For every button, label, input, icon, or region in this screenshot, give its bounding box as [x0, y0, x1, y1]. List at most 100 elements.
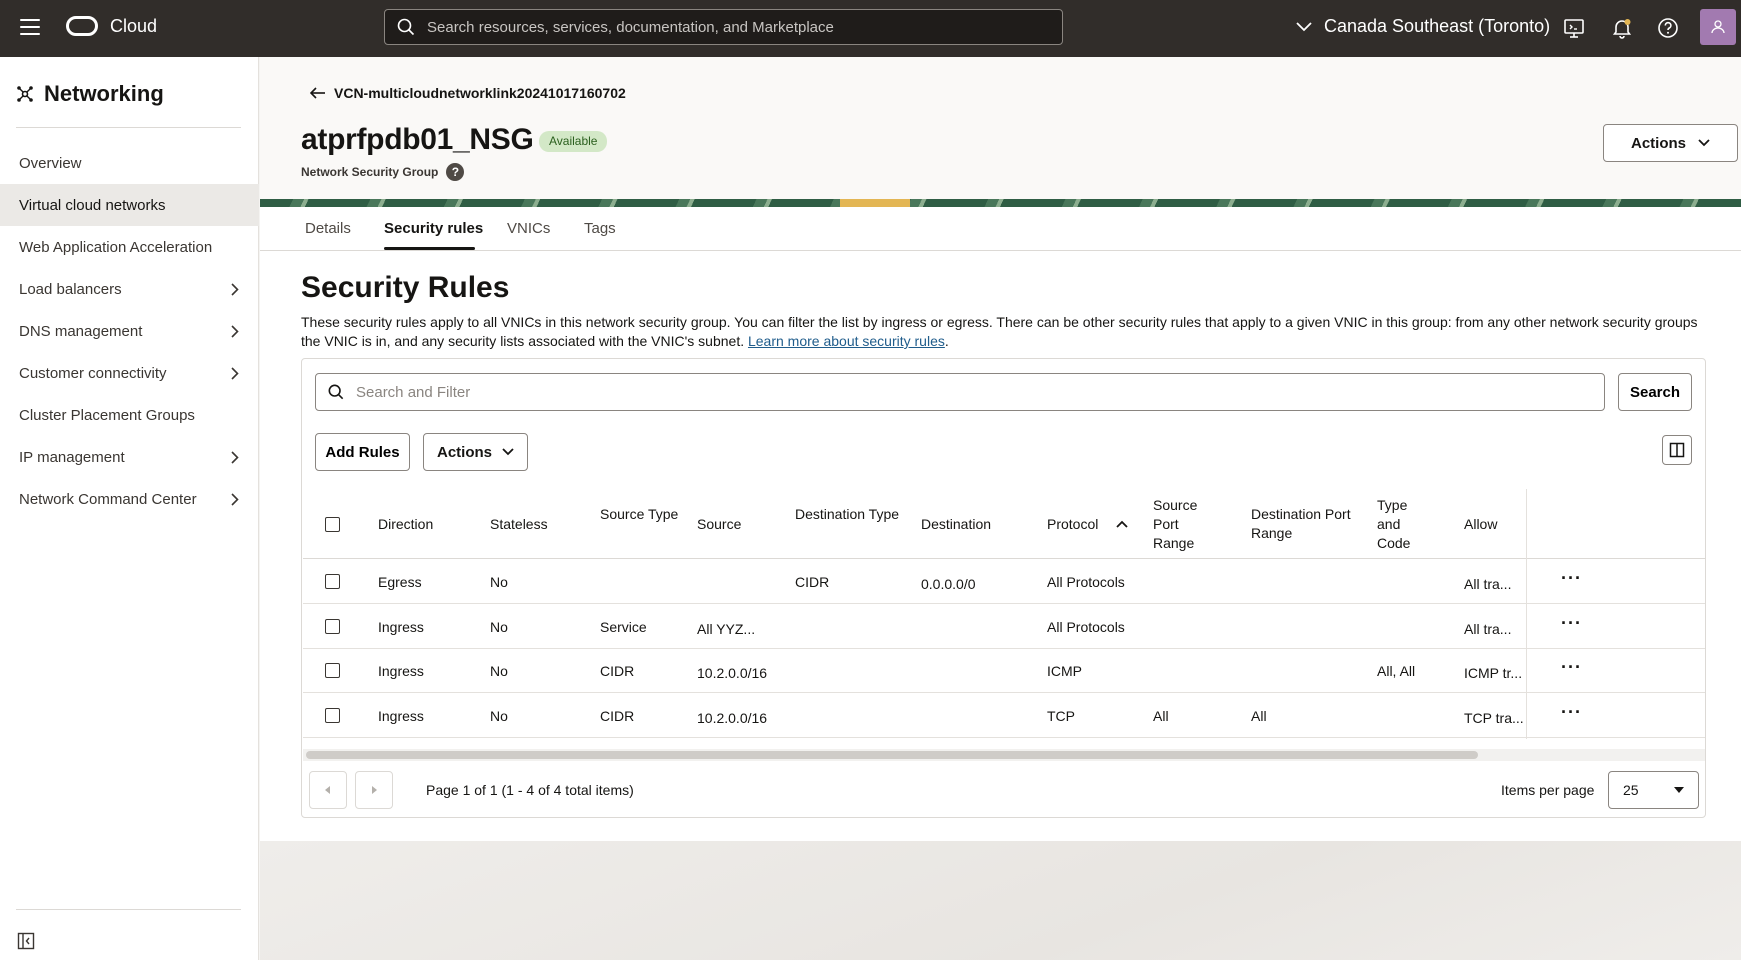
sidebar-item-label: Load balancers [19, 280, 122, 298]
sidebar-item-dns-management[interactable]: DNS management [0, 310, 259, 352]
back-to-vcn-link[interactable]: VCN-multicloudnetworklink20241017160702 [310, 85, 626, 101]
sidebar-item-ip-management[interactable]: IP management [0, 436, 259, 478]
security-rules-section: Security Rules These security rules appl… [260, 251, 1741, 841]
table-row[interactable]: Ingress No CIDR 10.2.0.0/16 TCP All All TCP tra… [303, 694, 1705, 738]
column-header-allow[interactable]: Allow [1464, 515, 1574, 534]
table-row[interactable]: Egress No CIDR 0.0.0.0/0 All Protocols All tr… [303, 560, 1705, 604]
region-selector[interactable]: Canada Southeast (Toronto) [1296, 16, 1550, 37]
chevron-right-icon [231, 366, 239, 380]
filter-input[interactable] [356, 383, 1556, 401]
column-header-source-type[interactable]: Source Type [600, 505, 710, 524]
column-header-stateless[interactable]: Stateless [490, 515, 600, 534]
column-header-source[interactable]: Source [697, 515, 807, 534]
main-content: VCN-multicloudnetworklink20241017160702 … [260, 57, 1741, 960]
sidebar-item-virtual-cloud-networks[interactable]: Virtual cloud networks [0, 184, 259, 226]
sidebar-item-web-application-acceleration[interactable]: Web Application Acceleration [0, 226, 259, 268]
global-search-input[interactable] [427, 18, 1027, 36]
sidebar-item-load-balancers[interactable]: Load balancers [0, 268, 259, 310]
user-avatar[interactable] [1700, 9, 1736, 45]
sidebar-item-label: Overview [19, 154, 82, 172]
top-bar: Cloud Canada Southeast (Toronto) [0, 0, 1741, 57]
search-button[interactable]: Search [1618, 373, 1692, 411]
previous-page-button[interactable] [309, 771, 347, 809]
column-header-destination-port-range[interactable]: Destination Port Range [1251, 505, 1361, 543]
user-icon [1711, 20, 1725, 34]
column-header-type-and-code[interactable]: Type and Code [1377, 496, 1417, 553]
cell-protocol: ICMP [1047, 663, 1082, 679]
region-label: Canada Southeast (Toronto) [1324, 16, 1551, 36]
tab-tags[interactable]: Tags [584, 220, 616, 237]
sidebar-item-label: Web Application Acceleration [19, 238, 213, 256]
sidebar-item-label: Cluster Placement Groups [19, 406, 195, 424]
cell-stateless: No [490, 663, 508, 679]
table-header: Direction Stateless Source Type Source Desti… [303, 489, 1705, 559]
description-text: These security rules apply to all VNICs … [301, 314, 1698, 349]
cell-source: 10.2.0.0/16 [697, 709, 768, 726]
help-icon[interactable] [1657, 17, 1679, 39]
chevron-right-icon [231, 324, 239, 338]
row-actions-menu-icon[interactable]: ··· [1561, 614, 1582, 632]
table-row[interactable]: Ingress No CIDR 10.2.0.0/16 ICMP All, All ICMP… [303, 649, 1705, 693]
cell-destination-port-range: All [1251, 707, 1267, 724]
column-settings-button[interactable] [1662, 435, 1692, 465]
decorative-banner [260, 199, 1741, 207]
column-header-destination-type[interactable]: Destination Type [795, 505, 905, 524]
oracle-logo-icon[interactable] [66, 16, 98, 36]
row-checkbox[interactable] [325, 618, 340, 634]
sidebar-item-cluster-placement-groups[interactable]: Cluster Placement Groups [0, 394, 259, 436]
sidebar-item-label: DNS management [19, 322, 143, 340]
sidebar-item-customer-connectivity[interactable]: Customer connectivity [0, 352, 259, 394]
table-actions-button[interactable]: Actions [423, 433, 528, 471]
global-search[interactable] [384, 9, 1063, 45]
items-per-page-select[interactable]: 25 [1608, 771, 1699, 809]
menu-icon[interactable] [20, 19, 40, 35]
tab-security-rules[interactable]: Security rules [384, 220, 483, 237]
chevron-down-icon [1296, 21, 1312, 31]
caret-right-icon [372, 786, 377, 794]
collapse-sidebar-icon[interactable] [17, 932, 35, 950]
sidebar: Networking Overview Virtual cloud network… [0, 57, 259, 960]
select-all-checkbox[interactable] [325, 517, 340, 532]
table-row[interactable]: Ingress No Service All YYZ... All Protocols A… [303, 605, 1705, 649]
help-circle-icon[interactable]: ? [446, 163, 465, 181]
column-header-source-port-range[interactable]: Source Port Range [1153, 496, 1213, 553]
row-actions-menu-icon[interactable]: ··· [1561, 658, 1582, 676]
cloud-shell-icon[interactable] [1563, 17, 1585, 39]
cell-allow: All tra... [1464, 576, 1512, 592]
row-actions-menu-icon[interactable]: ··· [1561, 569, 1582, 587]
row-checkbox[interactable] [325, 663, 340, 678]
sidebar-item-overview[interactable]: Overview [0, 142, 259, 184]
sort-ascending-icon[interactable] [1116, 520, 1128, 528]
sidebar-header: Networking [16, 81, 164, 107]
row-checkbox[interactable] [325, 574, 340, 589]
next-page-button[interactable] [355, 771, 393, 809]
tab-vnics[interactable]: VNICs [507, 220, 550, 237]
cell-source: All YYZ... [697, 620, 756, 637]
brand-name[interactable]: Cloud [110, 16, 157, 37]
cell-stateless: No [490, 618, 508, 635]
cell-source: 10.2.0.0/16 [697, 665, 768, 681]
column-header-direction[interactable]: Direction [378, 515, 488, 534]
cell-direction: Egress [378, 574, 422, 590]
notifications-bell-icon[interactable] [1611, 17, 1633, 39]
section-title: Security Rules [301, 271, 510, 304]
rules-panel: Search Add Rules Actions DirectionStatel… [301, 358, 1706, 818]
horizontal-scrollbar[interactable] [306, 751, 1478, 759]
row-actions-menu-icon[interactable]: ··· [1561, 703, 1582, 721]
pagination-summary: Page 1 of 1 (1 - 4 of 4 total items) [426, 782, 634, 798]
column-header-destination[interactable]: Destination [921, 515, 1031, 534]
tab-details[interactable]: Details [305, 220, 351, 237]
page-header: VCN-multicloudnetworklink20241017160702 … [260, 57, 1741, 199]
cell-protocol: All Protocols [1047, 574, 1125, 590]
learn-more-link[interactable]: Learn more about security rules [748, 333, 945, 349]
cell-allow: TCP tra... [1464, 709, 1524, 726]
page-actions-button[interactable]: Actions [1603, 124, 1738, 162]
add-rules-button[interactable]: Add Rules [315, 433, 410, 471]
filter-box[interactable] [315, 373, 1605, 411]
sidebar-item-network-command-center[interactable]: Network Command Center [0, 478, 259, 520]
resource-type-label: Network Security Group [301, 165, 439, 179]
column-header-protocol[interactable]: Protocol [1047, 515, 1157, 534]
row-checkbox[interactable] [325, 707, 340, 723]
active-tab-indicator [384, 247, 475, 250]
cell-type-and-code: All, All [1377, 663, 1416, 679]
